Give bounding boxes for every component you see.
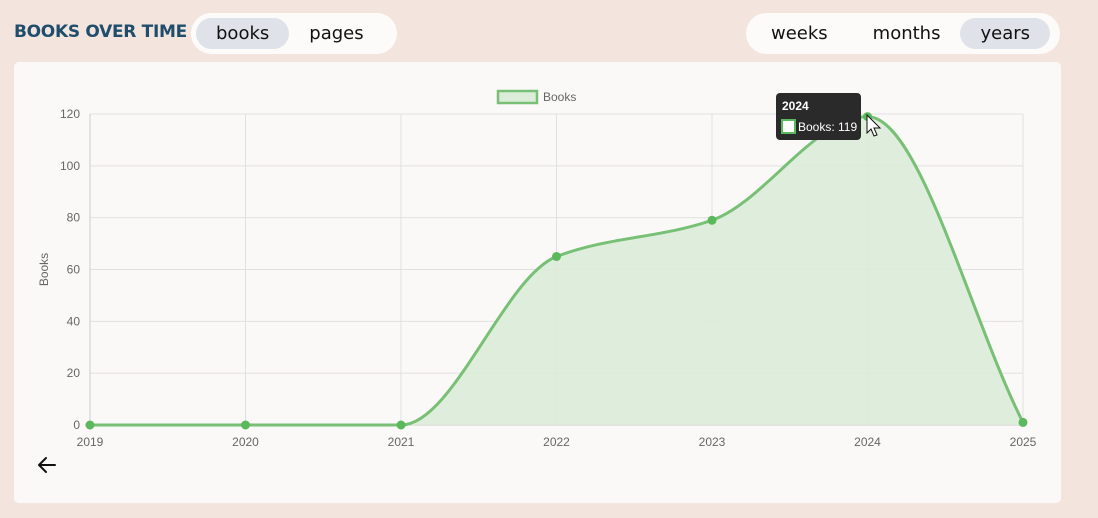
x-tick-label: 2023: [699, 435, 726, 449]
period-toggle: weeks months years: [746, 13, 1060, 54]
chart-card: 0 20 40 60 80 100 120 2019 2020 2021 2022 2023 2024 2…: [14, 62, 1061, 503]
legend-swatch: [496, 89, 539, 105]
x-tick-label: 2020: [232, 435, 259, 449]
legend-label: Books: [543, 90, 576, 104]
x-tick-label: 2024: [854, 435, 881, 449]
data-point: [707, 215, 717, 225]
data-point: [85, 420, 95, 430]
y-tick-label: 20: [67, 366, 81, 380]
tab-months[interactable]: months: [853, 18, 961, 49]
y-tick-label: 60: [67, 263, 81, 277]
metric-toggle: books pages: [191, 13, 397, 54]
tab-weeks[interactable]: weeks: [751, 18, 848, 49]
y-tick-label: 80: [67, 211, 81, 225]
tab-pages[interactable]: pages: [289, 18, 383, 49]
tab-books[interactable]: books: [196, 18, 290, 49]
data-point: [552, 252, 561, 262]
tooltip-title: 2024: [782, 99, 809, 113]
data-point: [396, 420, 406, 430]
page-title: BOOKS OVER TIME: [14, 22, 187, 42]
y-tick-label: 40: [67, 314, 81, 328]
x-tick-label: 2025: [1010, 435, 1037, 449]
y-tick-label: 100: [60, 159, 80, 173]
data-point: [241, 420, 250, 430]
books-chart: 0 20 40 60 80 100 120 2019 2020 2021 2022 2023 2024 2…: [37, 89, 1037, 449]
x-tick-label: 2019: [77, 435, 104, 449]
data-point: [1018, 417, 1028, 427]
tooltip-swatch: [781, 119, 796, 134]
tab-years[interactable]: years: [960, 18, 1051, 49]
y-tick-label: 120: [60, 107, 80, 121]
arrow-left-icon[interactable]: [36, 454, 58, 476]
x-tick-label: 2022: [543, 435, 570, 449]
tooltip-body: Books: 119: [798, 120, 857, 134]
x-tick-label: 2021: [388, 435, 415, 449]
y-axis-label: Books: [37, 253, 51, 286]
y-tick-label: 0: [73, 418, 80, 432]
